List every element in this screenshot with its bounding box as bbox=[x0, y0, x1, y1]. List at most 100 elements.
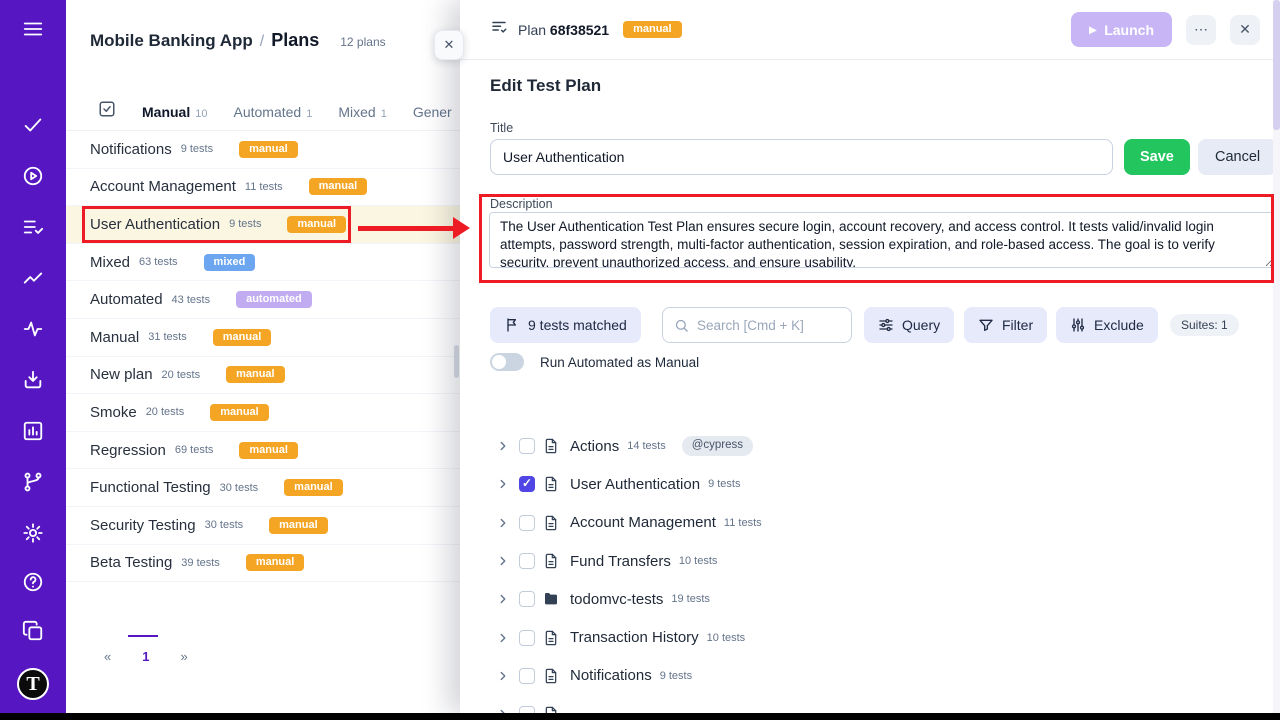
plan-row-regression[interactable]: Regression 69 tests manual bbox=[66, 432, 460, 470]
filter-button[interactable]: Filter bbox=[964, 307, 1047, 343]
suite-checkbox[interactable] bbox=[519, 438, 535, 454]
suite-list: Actions 14 tests @cypress User Authentic… bbox=[460, 427, 1280, 714]
search-box[interactable] bbox=[662, 307, 852, 343]
plan-reference: Plan 68f38521 bbox=[518, 22, 609, 38]
trend-icon[interactable] bbox=[21, 266, 45, 290]
file-icon bbox=[542, 553, 559, 570]
plan-type-badge: manual bbox=[210, 404, 269, 421]
plan-row-beta-testing[interactable]: Beta Testing 39 tests manual bbox=[66, 545, 460, 583]
plan-row-user-authentication[interactable]: User Authentication 9 tests manual bbox=[66, 206, 460, 244]
drawer-scrollbar-thumb[interactable] bbox=[1273, 0, 1280, 130]
exclude-button[interactable]: Exclude bbox=[1056, 307, 1158, 343]
tab-general[interactable]: Gener bbox=[413, 104, 452, 120]
suite-test-count: 9 tests bbox=[660, 670, 692, 682]
tests-matched-button[interactable]: 9 tests matched bbox=[490, 307, 641, 343]
title-input[interactable] bbox=[490, 139, 1113, 175]
tests-matched-icon bbox=[504, 317, 520, 333]
suite-checkbox[interactable] bbox=[519, 668, 535, 684]
suite-row-account-management[interactable]: Account Management 11 tests bbox=[460, 504, 1280, 542]
suite-checkbox[interactable] bbox=[519, 630, 535, 646]
help-icon[interactable] bbox=[21, 570, 45, 594]
plan-type-badge: manual bbox=[213, 329, 272, 346]
plan-name: Mixed bbox=[90, 254, 130, 271]
plan-row-security-testing[interactable]: Security Testing 30 tests manual bbox=[66, 507, 460, 545]
plan-test-count: 9 tests bbox=[229, 218, 261, 230]
pagination: « 1 » bbox=[90, 641, 190, 672]
suite-row-user-authentication[interactable]: User Authentication 9 tests bbox=[460, 465, 1280, 503]
plan-test-count: 30 tests bbox=[205, 519, 244, 531]
plan-type-badge: manual bbox=[239, 442, 298, 459]
plan-name: Smoke bbox=[90, 404, 137, 421]
chevron-right-icon[interactable] bbox=[495, 630, 511, 646]
branch-icon[interactable] bbox=[21, 470, 45, 494]
plan-row-smoke[interactable]: Smoke 20 tests manual bbox=[66, 394, 460, 432]
chevron-right-icon[interactable] bbox=[495, 476, 511, 492]
tab-manual[interactable]: Manual10 bbox=[142, 104, 207, 120]
more-options-button[interactable]: ⋯ bbox=[1186, 15, 1216, 45]
plan-row-automated[interactable]: Automated 43 tests automated bbox=[66, 281, 460, 319]
play-circle-icon[interactable] bbox=[21, 164, 45, 188]
plans-list: Notifications 9 tests manual Account Man… bbox=[66, 131, 460, 582]
plans-scrollbar-thumb[interactable] bbox=[454, 345, 459, 378]
suites-count-badge: Suites: 1 bbox=[1170, 314, 1239, 336]
suite-name: Fund Transfers bbox=[570, 553, 671, 570]
plan-type-badge: manual bbox=[246, 554, 305, 571]
gear-icon[interactable] bbox=[21, 521, 45, 545]
list-check-icon[interactable] bbox=[21, 215, 45, 239]
suite-row-partial[interactable] bbox=[460, 695, 1280, 714]
description-textarea[interactable]: The User Authentication Test Plan ensure… bbox=[489, 212, 1275, 268]
title-label: Title bbox=[490, 121, 513, 135]
copy-icon[interactable] bbox=[21, 619, 45, 643]
suite-row-todomvc-tests[interactable]: todomvc-tests 19 tests bbox=[460, 580, 1280, 618]
app-logo[interactable]: T bbox=[17, 668, 49, 700]
suite-checkbox[interactable] bbox=[519, 553, 535, 569]
menu-icon[interactable] bbox=[21, 17, 45, 41]
launch-button[interactable]: ▸Launch bbox=[1071, 12, 1172, 47]
search-input[interactable] bbox=[697, 318, 840, 333]
check-icon[interactable] bbox=[21, 113, 45, 137]
pagination-next[interactable]: » bbox=[178, 641, 189, 672]
app-sidebar: T bbox=[0, 0, 66, 714]
chevron-right-icon[interactable] bbox=[495, 668, 511, 684]
import-icon[interactable] bbox=[21, 368, 45, 392]
file-icon bbox=[542, 514, 559, 531]
tab-mixed[interactable]: Mixed1 bbox=[338, 104, 386, 120]
suite-checkbox[interactable] bbox=[519, 476, 535, 492]
plan-name: Account Management bbox=[90, 178, 236, 195]
plan-row-account-management[interactable]: Account Management 11 tests manual bbox=[66, 169, 460, 207]
plan-row-manual[interactable]: Manual 31 tests manual bbox=[66, 319, 460, 357]
suite-row-transaction-history[interactable]: Transaction History 10 tests bbox=[460, 618, 1280, 656]
suite-checkbox[interactable] bbox=[519, 591, 535, 607]
tab-automated[interactable]: Automated1 bbox=[233, 104, 312, 120]
suite-name: Account Management bbox=[570, 514, 716, 531]
panel-close-button[interactable]: ✕ bbox=[434, 30, 464, 60]
annotation-arrow-line bbox=[358, 226, 455, 231]
select-plans-icon[interactable] bbox=[98, 100, 116, 123]
query-button[interactable]: Query bbox=[864, 307, 954, 343]
suite-tag: @cypress bbox=[682, 436, 753, 456]
bar-chart-icon[interactable] bbox=[21, 419, 45, 443]
run-automated-toggle[interactable] bbox=[490, 353, 524, 371]
suite-checkbox[interactable] bbox=[519, 515, 535, 531]
plan-test-count: 43 tests bbox=[172, 294, 211, 306]
suite-row-fund-transfers[interactable]: Fund Transfers 10 tests bbox=[460, 542, 1280, 580]
chevron-right-icon[interactable] bbox=[495, 438, 511, 454]
plan-type-badge: manual bbox=[226, 366, 285, 383]
save-button[interactable]: Save bbox=[1124, 139, 1190, 175]
drawer-scrollbar-track[interactable] bbox=[1273, 0, 1280, 714]
chevron-right-icon[interactable] bbox=[495, 553, 511, 569]
cancel-button[interactable]: Cancel bbox=[1198, 139, 1277, 175]
activity-icon[interactable] bbox=[21, 317, 45, 341]
plan-row-mixed[interactable]: Mixed 63 tests mixed bbox=[66, 244, 460, 282]
suite-row-actions[interactable]: Actions 14 tests @cypress bbox=[460, 427, 1280, 465]
plan-row-notifications[interactable]: Notifications 9 tests manual bbox=[66, 131, 460, 169]
pagination-prev[interactable]: « bbox=[102, 641, 113, 672]
chevron-right-icon[interactable] bbox=[495, 591, 511, 607]
chevron-right-icon[interactable] bbox=[495, 515, 511, 531]
suite-row-notifications[interactable]: Notifications 9 tests bbox=[460, 657, 1280, 695]
pagination-page-1[interactable]: 1 bbox=[140, 641, 151, 672]
plan-type-badge: manual bbox=[284, 479, 343, 496]
plan-row-new-plan[interactable]: New plan 20 tests manual bbox=[66, 357, 460, 395]
plan-row-functional-testing[interactable]: Functional Testing 30 tests manual bbox=[66, 469, 460, 507]
drawer-close-button[interactable]: ✕ bbox=[1230, 15, 1260, 45]
